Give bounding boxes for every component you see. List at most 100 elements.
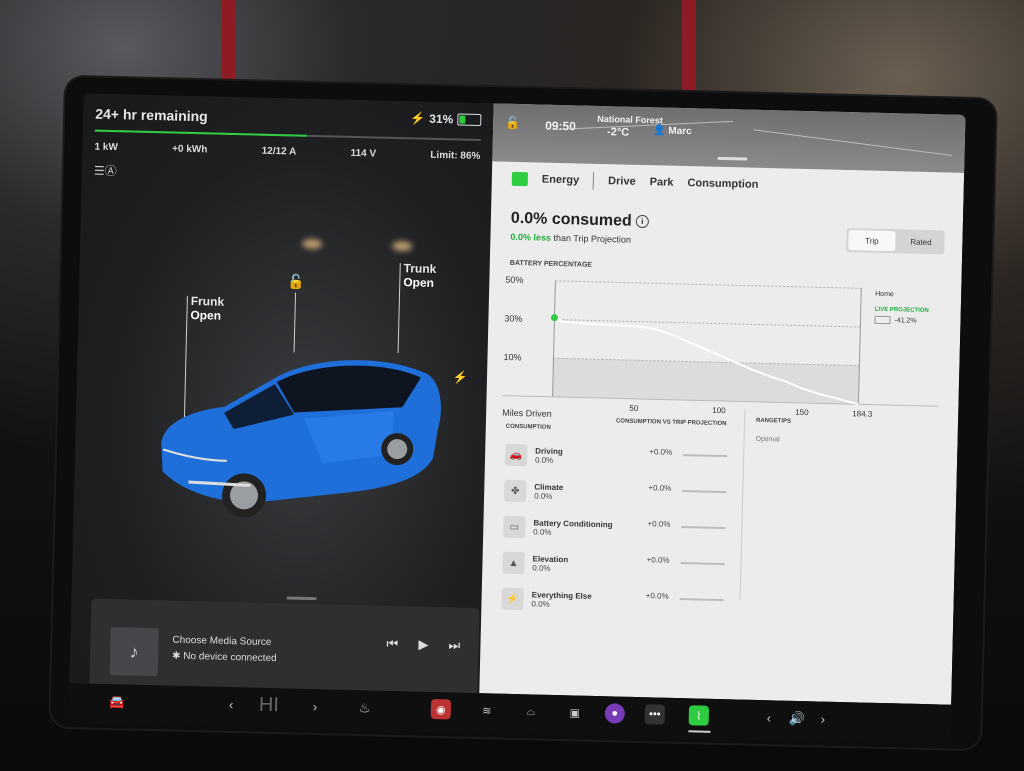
lock-status-icon[interactable]: 🔓 [505,116,520,130]
touchscreen: 24+ hr remaining ⚡ 31% 1 kW +0 kWh 12/12… [68,93,966,745]
energy-dock-icon[interactable]: ⌇ [688,705,710,726]
ceiling-light [392,240,413,252]
charge-power: 1 kW [94,141,118,154]
x-tick-label: 100 [712,406,726,415]
trunk-callout[interactable]: Trunk Open [403,261,436,290]
media-source-title[interactable]: Choose Media Source [172,635,271,648]
volume-icon[interactable]: 🔊 [789,711,806,727]
play-icon[interactable]: ▶ [418,637,428,653]
consumption-value: 0.0% [534,491,553,501]
charging-stats: 1 kW +0 kWh 12/12 A 114 V Limit: 86% [94,142,480,162]
consumption-value: 0.0% [531,599,550,609]
frunk-state: Open [190,307,222,323]
charge-progress-bar [94,129,481,142]
map-strip[interactable]: 🔓 09:50 National Forest -2°C 👤 Marc [492,103,966,173]
battery-icon [457,113,482,127]
battery-icon: ▭ [503,515,526,539]
consumption-delta-bar [683,454,728,458]
more-apps-icon[interactable]: ••• [644,704,666,725]
consumption-delta-bar [681,526,726,530]
headlight-auto-icon[interactable]: ☰Ⓐ [94,162,117,180]
car-icon: 🚗 [504,443,528,467]
media-app-icon[interactable]: ● [604,703,626,724]
trip-delta: 0.0% less [510,231,552,243]
garage-pillar [222,0,236,80]
temp-right-arrow-icon[interactable]: › [313,699,318,714]
driver-name: Marc [668,125,692,138]
camera-app-icon[interactable]: ◉ [430,698,452,720]
charge-limit[interactable]: Limit: 86% [430,150,480,162]
bolt-icon: ⚡ [501,587,524,611]
seat-heater-icon[interactable]: ♨ [359,700,371,716]
consumption-value: 0.0% [534,455,554,465]
car-model[interactable] [151,331,456,538]
trunk-title: Trunk [403,261,437,276]
media-status-text: No device connected [183,650,277,665]
legend-value: -41.2% [874,315,917,325]
x-tick-label: 50 [629,404,639,413]
consumption-delta: +0.0% [645,591,669,601]
legend-projection: LIVE PROJECTION [874,306,929,315]
trip-suffix: than Trip Projection [550,232,632,245]
consumption-text: Battery Conditioning 0.0% [533,518,613,538]
info-icon[interactable]: i [635,215,649,229]
y-tick-label: 50% [505,275,523,285]
energy-added: +0 kWh [171,143,208,156]
consumption-text: Elevation 0.0% [532,554,568,573]
consumption-text: Driving 0.0% [535,446,563,465]
rear-defrost-icon[interactable]: ≋ [477,700,497,720]
volume-left-arrow-icon[interactable]: ‹ [767,710,772,725]
legend-value-text: -41.2% [894,316,917,325]
consumption-text: Everything Else 0.0% [531,590,591,609]
consumption-row: ▲ Elevation 0.0% [502,550,568,578]
tab-park[interactable]: Park [650,176,674,189]
fan-icon: ✤ [503,479,527,503]
usb-dashcam-icon[interactable]: ▣ [565,702,585,722]
consumption-value: 0.0% [532,563,551,573]
fan-speed-display: HI [258,693,280,717]
map-drawer-handle[interactable] [717,156,748,161]
car-icon[interactable]: 🚘 [109,694,126,710]
x-tick-label: 184.3 [852,409,873,418]
consumption-delta-bar [679,598,724,602]
frunk-callout[interactable]: Frunk Open [190,294,224,323]
trip-comparison: 0.0% less than Trip Projection [510,232,631,245]
chart-shade [552,358,860,405]
consumption-row: ▭ Battery Conditioning 0.0% [503,514,613,543]
mountain-icon: ▲ [502,551,525,575]
y-tick-label: 30% [504,313,522,323]
toggle-trip[interactable]: Trip [848,230,896,252]
unlock-icon[interactable]: 🔓 [287,273,305,290]
home-marker-line [857,288,862,405]
media-source-status: ✱ No device connected [172,651,277,665]
y-tick-label: 10% [503,352,521,362]
rangetips-value: Optimal [755,435,780,444]
consumption-text: Climate 0.0% [534,482,563,501]
outside-temperature: -2°C [606,126,630,139]
person-icon: 👤 [652,125,666,137]
rangetips-header: RANGETIPS [755,417,792,425]
consumption-row: ⚡ Everything Else 0.0% [501,586,592,614]
previous-track-icon[interactable]: ⏮ [386,636,398,652]
consumption-delta: +0.0% [647,519,671,529]
legend-home: Home [875,290,894,299]
front-defrost-icon[interactable]: ⌓ [521,701,541,721]
music-note-icon[interactable]: ♪ [109,627,159,677]
driver-profile[interactable]: 👤 Marc [653,125,692,137]
tab-drive[interactable]: Drive [608,175,636,188]
consumed-heading: 0.0% consumed i [511,210,649,231]
consumption-delta-bar [682,490,727,494]
battery-status: ⚡ 31% [410,111,482,127]
charging-bolt-icon: ⚡ [410,111,426,126]
consumption-delta: +0.0% [646,555,670,565]
trip-rated-toggle[interactable]: Trip Rated [846,227,945,255]
consumption-delta-bar [680,562,725,566]
energy-panel: 🔓 09:50 National Forest -2°C 👤 Marc Ener… [479,103,966,705]
temp-left-arrow-icon[interactable]: ‹ [229,697,234,712]
next-track-icon[interactable]: ⏭ [448,637,460,653]
map-road [753,129,953,156]
volume-right-arrow-icon[interactable]: › [821,712,826,727]
toggle-rated[interactable]: Rated [897,229,945,254]
consumption-row: ✤ Climate 0.0% [503,478,564,505]
tab-consumption[interactable]: Consumption [687,177,758,191]
